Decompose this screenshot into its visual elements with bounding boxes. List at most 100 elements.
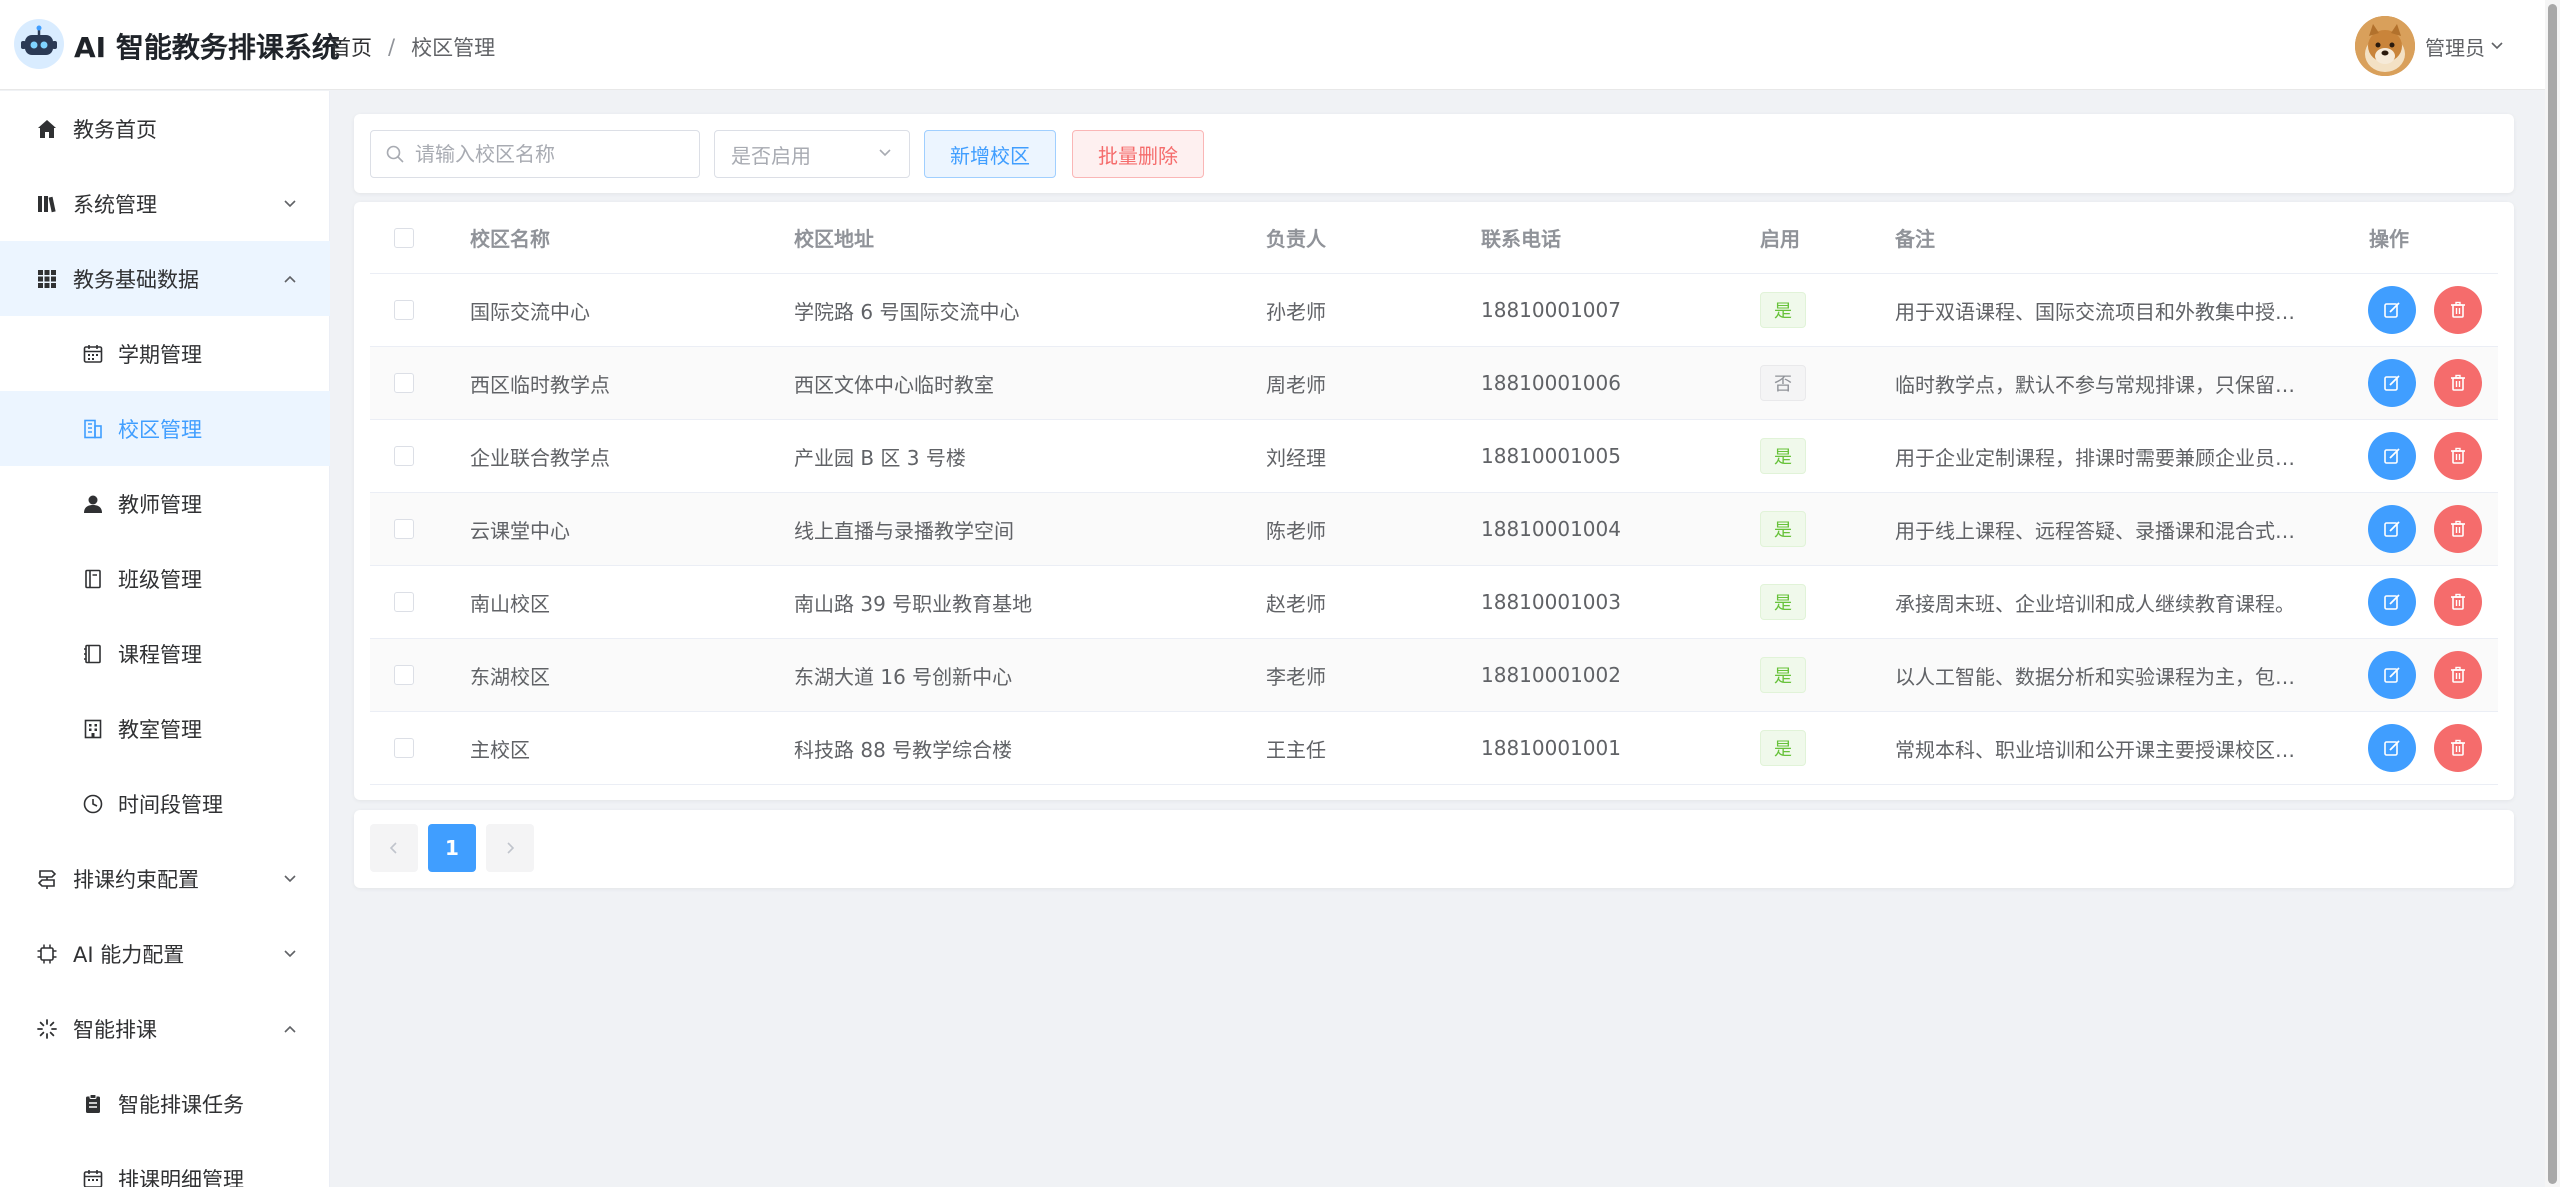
cell-manager: 陈老师 — [1266, 518, 1326, 543]
select-all-checkbox[interactable] — [370, 202, 438, 273]
breadcrumb-current: 校区管理 — [411, 36, 496, 60]
enabled-filter-select[interactable]: 是否启用 — [714, 130, 910, 178]
cell-address: 产业园 B 区 3 号楼 — [794, 445, 966, 470]
sidebar-item-class[interactable]: 班级管理 — [0, 541, 330, 616]
edit-button[interactable] — [2368, 432, 2416, 480]
chevron-down-icon — [877, 142, 893, 166]
sidebar-item-base-data[interactable]: 教务基础数据 — [0, 241, 330, 316]
row-checkbox[interactable] — [370, 566, 438, 638]
remark-text: 以人工智能、数据分析和实验课程为主，包… — [1895, 664, 2295, 689]
delete-button[interactable] — [2434, 578, 2482, 626]
delete-button[interactable] — [2434, 724, 2482, 772]
edit-icon — [2384, 448, 2400, 464]
guide-icon — [34, 866, 60, 892]
row-checkbox[interactable] — [370, 347, 438, 419]
row-checkbox[interactable] — [370, 420, 438, 492]
cell-enabled: 是 — [1760, 639, 1806, 711]
sidebar-item-teacher[interactable]: 教师管理 — [0, 466, 330, 541]
sidebar-item-campus[interactable]: 校区管理 — [0, 391, 330, 466]
sidebar-item-schedule-detail[interactable]: 排课明细管理 — [0, 1141, 330, 1187]
status-badge: 否 — [1760, 365, 1806, 401]
cell-name: 主校区 — [470, 737, 530, 762]
page-number-button[interactable]: 1 — [428, 824, 476, 872]
sidebar-item-label: 智能排课 — [73, 1017, 157, 1042]
delete-button[interactable] — [2434, 651, 2482, 699]
enabled-filter-placeholder: 是否启用 — [731, 143, 811, 168]
scrollbar-thumb[interactable] — [2548, 4, 2557, 1184]
sidebar-item-classroom[interactable]: 教室管理 — [0, 691, 330, 766]
edit-button[interactable] — [2368, 286, 2416, 334]
row-checkbox[interactable] — [370, 712, 438, 784]
col-header-enabled: 启用 — [1760, 227, 1800, 251]
sidebar-item-label: 课程管理 — [118, 642, 202, 667]
cell-remark: 用于双语课程、国际交流项目和外教集中授… — [1895, 274, 2315, 346]
batch-delete-button[interactable]: 批量删除 — [1072, 130, 1204, 178]
search-input-field[interactable] — [415, 142, 685, 166]
sidebar-item-label: 教务基础数据 — [73, 267, 199, 292]
remark-text: 用于企业定制课程，排课时需要兼顾企业员… — [1895, 445, 2295, 470]
user-menu[interactable]: 管理员 — [2355, 15, 2505, 77]
sidebar-item-label: 班级管理 — [118, 567, 202, 592]
library-icon — [34, 191, 60, 217]
home-icon — [34, 116, 60, 142]
remark-text: 用于双语课程、国际交流项目和外教集中授… — [1895, 299, 2295, 324]
loading-icon — [34, 1016, 60, 1042]
row-checkbox[interactable] — [370, 493, 438, 565]
search-input[interactable] — [370, 130, 700, 178]
delete-button[interactable] — [2434, 359, 2482, 407]
avatar[interactable] — [2355, 16, 2415, 76]
add-campus-button[interactable]: 新增校区 — [924, 130, 1056, 178]
cell-manager: 李老师 — [1266, 664, 1326, 689]
delete-button[interactable] — [2434, 432, 2482, 480]
edit-icon — [2384, 667, 2400, 683]
clock-icon — [80, 791, 106, 817]
delete-button[interactable] — [2434, 505, 2482, 553]
sidebar-item-smart-schedule[interactable]: 智能排课 — [0, 991, 330, 1066]
row-checkbox[interactable] — [370, 274, 438, 346]
sidebar-item-label: 学期管理 — [118, 342, 202, 367]
top-header: AI 智能教务排课系统 首页 / 校区管理 管理员 — [0, 0, 2545, 90]
sidebar-item-system[interactable]: 系统管理 — [0, 166, 330, 241]
sidebar-item-schedule-task[interactable]: 智能排课任务 — [0, 1066, 330, 1141]
trash-icon — [2451, 447, 2465, 464]
edit-button[interactable] — [2368, 505, 2416, 553]
breadcrumb-home-link[interactable]: 首页 — [330, 32, 372, 62]
user-name[interactable]: 管理员 — [2425, 32, 2485, 61]
edit-button[interactable] — [2368, 359, 2416, 407]
calendar-icon — [80, 1166, 106, 1187]
next-page-button[interactable] — [486, 824, 534, 872]
edit-button[interactable] — [2368, 651, 2416, 699]
cell-name: 国际交流中心 — [470, 299, 590, 324]
page-scrollbar[interactable] — [2545, 0, 2560, 1187]
edit-button[interactable] — [2368, 724, 2416, 772]
cell-remark: 临时教学点，默认不参与常规排课，只保留… — [1895, 347, 2315, 419]
sidebar-item-timeslot[interactable]: 时间段管理 — [0, 766, 330, 841]
sidebar-item-constraints[interactable]: 排课约束配置 — [0, 841, 330, 916]
chevron-up-icon — [280, 269, 300, 289]
row-checkbox[interactable] — [370, 639, 438, 711]
sidebar-item-course[interactable]: 课程管理 — [0, 616, 330, 691]
sidebar-item-semester[interactable]: 学期管理 — [0, 316, 330, 391]
sidebar-item-label: 系统管理 — [73, 192, 157, 217]
edit-button[interactable] — [2368, 578, 2416, 626]
cell-name: 企业联合教学点 — [470, 445, 610, 470]
delete-button[interactable] — [2434, 286, 2482, 334]
cell-name: 东湖校区 — [470, 664, 550, 689]
cell-address: 南山路 39 号职业教育基地 — [794, 591, 1033, 616]
app-title: AI 智能教务排课系统 — [74, 31, 340, 64]
breadcrumb-separator: / — [388, 35, 396, 59]
building-icon — [80, 416, 106, 442]
cell-address: 西区文体中心临时教室 — [794, 372, 994, 397]
table-row: 云课堂中心 线上直播与录播教学空间 陈老师 18810001004 是 用于线上… — [370, 493, 2498, 566]
cell-phone: 18810001006 — [1481, 371, 1621, 395]
status-badge: 是 — [1760, 657, 1806, 693]
sidebar-item-ai-config[interactable]: AI 能力配置 — [0, 916, 330, 991]
trash-icon — [2451, 374, 2465, 391]
col-header-name: 校区名称 — [470, 227, 550, 251]
table-row: 企业联合教学点 产业园 B 区 3 号楼 刘经理 18810001005 是 用… — [370, 420, 2498, 493]
prev-page-button[interactable] — [370, 824, 418, 872]
edit-icon — [2384, 740, 2400, 756]
chevron-down-icon[interactable] — [2489, 38, 2505, 54]
sidebar-item-home[interactable]: 教务首页 — [0, 91, 330, 166]
table-row: 国际交流中心 学院路 6 号国际交流中心 孙老师 18810001007 是 用… — [370, 274, 2498, 347]
